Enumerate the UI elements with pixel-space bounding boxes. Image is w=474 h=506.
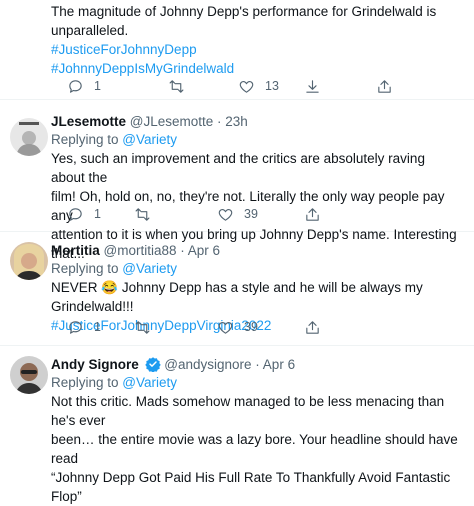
mention-link[interactable]: @Variety <box>122 261 177 276</box>
replying-to: Replying to @Variety <box>51 131 462 149</box>
author-name[interactable]: Mortitia <box>51 243 100 258</box>
tweet-header: Andy Signore @andysignore · Apr 6 <box>51 356 462 374</box>
tweet-text-line: unparalleled. <box>51 23 129 38</box>
retweet-button[interactable] <box>134 204 151 224</box>
replying-to-label: Replying to <box>51 375 123 390</box>
mention-link[interactable]: @Variety <box>122 132 177 147</box>
tweet-actions: 1 39 <box>51 204 411 224</box>
avatar[interactable] <box>10 242 48 280</box>
share-icon <box>378 79 391 93</box>
more-button[interactable] <box>304 76 321 96</box>
like-button[interactable]: 13 <box>238 76 279 96</box>
like-button[interactable]: 39 <box>217 204 258 224</box>
share-button[interactable] <box>376 76 393 96</box>
tweet-text-line: The magnitude of Johnny Depp's performan… <box>51 4 437 19</box>
tweet-header: Mortitia @mortitia88 · Apr 6 <box>51 242 462 260</box>
tweet-text-line: Yes, such an improvement and the critics… <box>51 151 425 185</box>
tweet-3[interactable]: Mortitia @mortitia88 · Apr 6 Replying to… <box>0 232 474 346</box>
tweet-header: JLesemotte @JLesemotte · 23h <box>51 113 462 131</box>
reply-button[interactable]: 1 <box>67 76 101 96</box>
replying-to-label: Replying to <box>51 132 123 147</box>
like-count: 39 <box>244 207 258 221</box>
tweet-text-line: NEVER 😂 Johnny Depp has a style and he w… <box>51 280 423 314</box>
heart-icon <box>218 321 233 334</box>
reply-count: 1 <box>94 79 101 93</box>
retweet-button[interactable] <box>134 317 151 337</box>
replying-to: Replying to @Variety <box>51 260 462 278</box>
author-name[interactable]: JLesemotte <box>51 114 126 129</box>
retweet-icon <box>169 79 184 93</box>
author-handle[interactable]: @JLesemotte · 23h <box>130 114 248 129</box>
reply-count: 1 <box>94 320 101 334</box>
tweet-actions: 1 13 <box>51 76 411 96</box>
tweet-text: The magnitude of Johnny Depp's performan… <box>51 2 462 78</box>
tweet-text-line: “Johnny Depp Got Paid His Full Rate To T… <box>51 470 451 504</box>
replying-to: Replying to @Variety <box>51 374 462 392</box>
retweet-icon <box>135 207 150 221</box>
replying-to-label: Replying to <box>51 261 123 276</box>
like-count: 13 <box>265 79 279 93</box>
share-button[interactable] <box>304 317 321 337</box>
mention-link[interactable]: @Variety <box>122 375 177 390</box>
tweet-text-line: been… the entire movie was a lazy bore. … <box>51 432 458 466</box>
tweet-1[interactable]: The magnitude of Johnny Depp's performan… <box>0 0 474 100</box>
author-handle[interactable]: @andysignore · Apr 6 <box>164 357 295 372</box>
heart-icon <box>239 80 254 93</box>
verified-badge-icon <box>144 357 161 372</box>
heart-icon <box>218 208 233 221</box>
tweet-2[interactable]: JLesemotte @JLesemotte · 23h Replying to… <box>0 100 474 261</box>
tweet-text-line: Not this critic. Mads somehow managed to… <box>51 394 445 428</box>
reply-button[interactable]: 1 <box>67 317 101 337</box>
retweet-icon <box>135 320 150 334</box>
avatar[interactable] <box>10 356 48 394</box>
reply-icon <box>69 79 82 93</box>
download-icon <box>306 79 319 93</box>
author-handle[interactable]: @mortitia88 · Apr 6 <box>104 243 221 258</box>
reply-icon <box>69 320 82 334</box>
retweet-button[interactable] <box>168 76 185 96</box>
hashtag-link[interactable]: #JusticeForJohnnyDepp <box>51 40 462 59</box>
avatar[interactable] <box>10 118 48 156</box>
tweet-4[interactable]: Andy Signore @andysignore · Apr 6 Replyi… <box>0 346 474 504</box>
like-count: 39 <box>244 320 258 334</box>
reply-icon <box>69 207 82 221</box>
tweet-text: Not this critic. Mads somehow managed to… <box>51 392 462 506</box>
reply-count: 1 <box>94 207 101 221</box>
reply-button[interactable]: 1 <box>67 204 101 224</box>
author-name[interactable]: Andy Signore <box>51 357 139 372</box>
like-button[interactable]: 39 <box>217 317 258 337</box>
tweet-actions: 1 39 <box>51 317 411 337</box>
share-button[interactable] <box>304 204 321 224</box>
share-icon <box>306 207 319 221</box>
share-icon <box>306 320 319 334</box>
